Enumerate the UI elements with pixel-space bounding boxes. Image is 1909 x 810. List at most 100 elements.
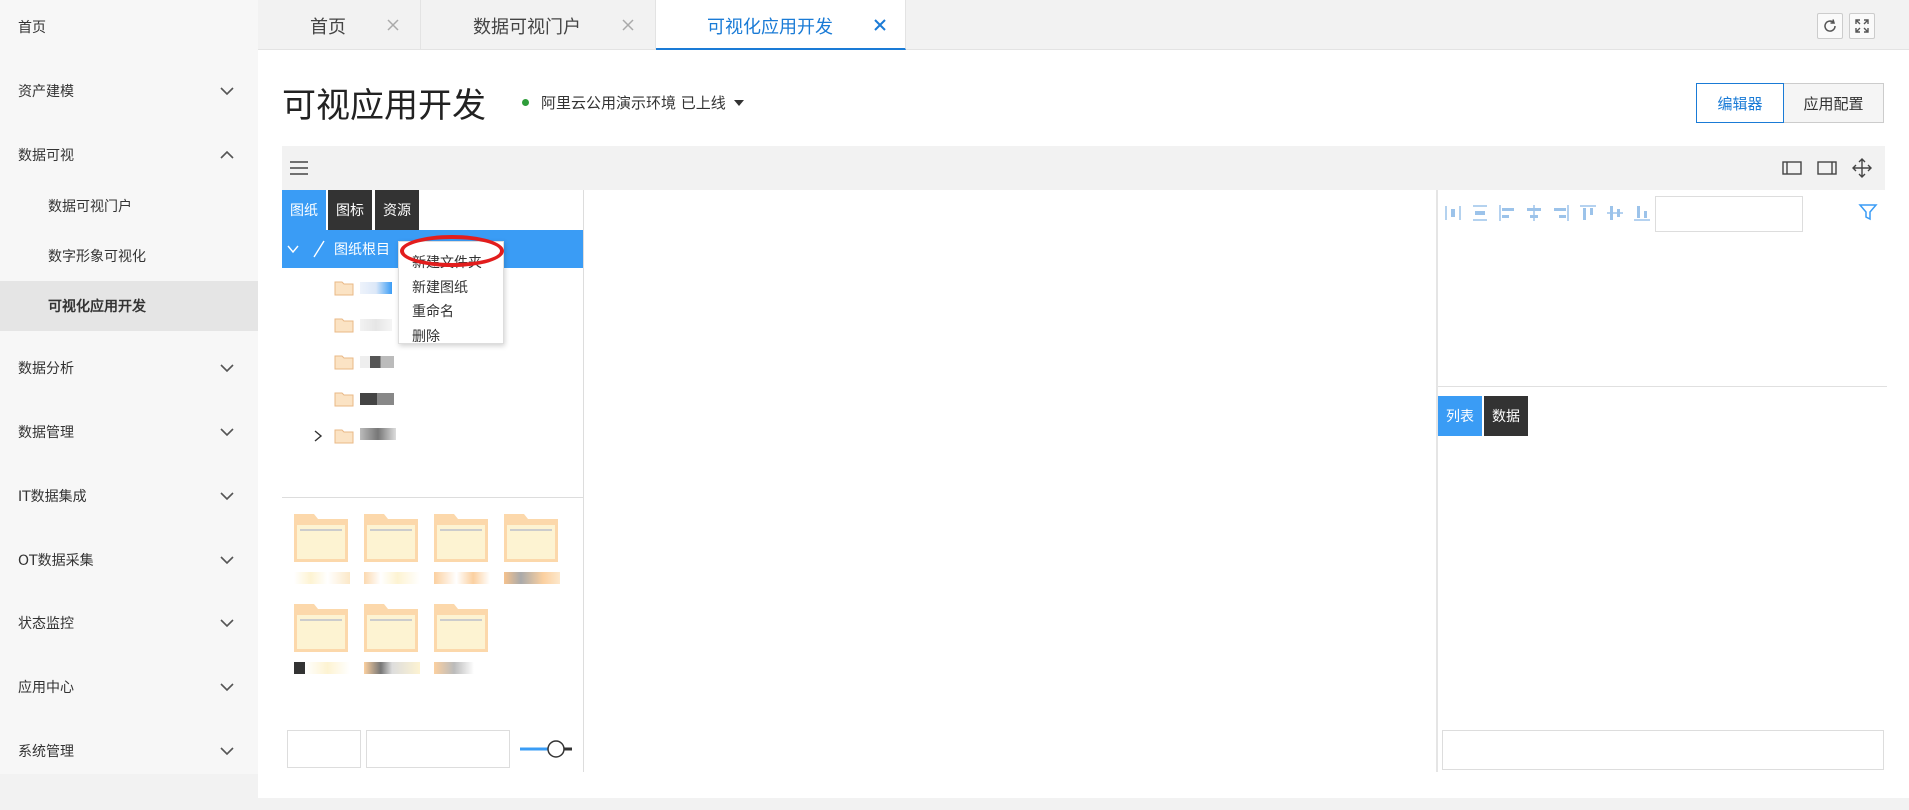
sidebar-subitem-label: 数字形象可视化 — [48, 249, 146, 265]
sidebar-subitem-portal[interactable]: 数据可视门户 — [0, 181, 258, 231]
menu-icon[interactable] — [289, 159, 309, 177]
menu-item-new-drawing[interactable]: 新建图纸 — [412, 277, 468, 297]
blurred-label — [360, 282, 392, 294]
sidebar-item-data-analysis[interactable]: 数据分析 — [0, 343, 258, 393]
chevron-down-icon — [220, 492, 234, 501]
blurred-label — [364, 662, 420, 674]
sidebar-item-system-management[interactable]: 系统管理 — [0, 726, 258, 776]
chevron-down-icon — [220, 747, 234, 756]
tab-resources[interactable]: 资源 — [375, 190, 419, 230]
tab-label: 可视化应用开发 — [707, 17, 833, 38]
sidebar-item-home[interactable]: 首页 — [0, 2, 258, 52]
sidebar-item-app-center[interactable]: 应用中心 — [0, 662, 258, 712]
tab-drawings[interactable]: 图纸 — [282, 190, 326, 230]
folder-icon[interactable] — [502, 510, 560, 564]
blurred-label — [504, 572, 560, 584]
close-icon[interactable] — [872, 17, 888, 33]
folder-icon — [334, 392, 354, 407]
blurred-label — [434, 662, 474, 674]
filter-icon[interactable] — [1858, 202, 1878, 222]
align-left-icon[interactable] — [1498, 204, 1516, 222]
bottom-input[interactable] — [1442, 730, 1884, 770]
fullscreen-icon — [1855, 19, 1869, 33]
align-bottom-icon[interactable] — [1633, 204, 1651, 222]
editor-button[interactable]: 编辑器 — [1696, 83, 1784, 123]
property-input[interactable] — [1655, 196, 1803, 232]
tab-icons[interactable]: 图标 — [328, 190, 372, 230]
blurred-label — [294, 572, 350, 584]
tree-folder-row[interactable] — [282, 344, 583, 381]
sidebar-subitem-label: 数据可视门户 — [48, 199, 132, 215]
distribute-horizontal-icon[interactable] — [1444, 204, 1462, 222]
tree-folder-row[interactable] — [282, 381, 583, 418]
sidebar-subitem-label: 可视化应用开发 — [48, 299, 146, 315]
close-icon[interactable] — [620, 17, 636, 33]
right-panel-toggle-icon[interactable] — [1817, 160, 1837, 176]
folder-icon[interactable] — [432, 600, 490, 654]
blurred-label — [364, 572, 420, 584]
move-icon[interactable] — [1852, 158, 1872, 178]
chevron-up-icon — [220, 150, 234, 159]
sidebar-item-data-management[interactable]: 数据管理 — [0, 407, 258, 457]
folder-icon — [334, 355, 354, 370]
close-icon[interactable] — [385, 17, 401, 33]
sidebar-item-label: 状态监控 — [18, 616, 74, 632]
sidebar-item-label: 数据分析 — [18, 361, 74, 377]
sidebar-item-label: 数据管理 — [18, 425, 74, 441]
sidebar-item-ot-collection[interactable]: OT数据采集 — [0, 535, 258, 585]
align-right-icon[interactable] — [1552, 204, 1570, 222]
menu-item-rename[interactable]: 重命名 — [412, 301, 454, 321]
left-panel-toggle-icon[interactable] — [1782, 160, 1802, 176]
tab-list[interactable]: 列表 — [1438, 396, 1482, 436]
menu-item-delete[interactable]: 删除 — [412, 326, 440, 346]
folder-icon — [334, 281, 354, 296]
chevron-right-icon[interactable] — [312, 429, 324, 443]
sidebar-item-label: 系统管理 — [18, 744, 74, 760]
refresh-button[interactable] — [1817, 13, 1843, 39]
tab-home[interactable]: 首页 — [258, 0, 421, 50]
sidebar-item-data-visual[interactable]: 数据可视 — [0, 130, 258, 180]
zoom-slider[interactable] — [518, 738, 574, 760]
sidebar-subitem-digital-image[interactable]: 数字形象可视化 — [0, 231, 258, 281]
status-dot — [522, 99, 529, 106]
align-center-icon[interactable] — [1525, 204, 1543, 222]
divider — [282, 497, 583, 498]
sidebar-item-label: IT数据集成 — [18, 489, 87, 505]
folder-icon[interactable] — [292, 510, 350, 564]
sidebar-subitem-app-dev[interactable]: 可视化应用开发 — [0, 281, 258, 331]
sidebar-item-label: 资产建模 — [18, 84, 74, 100]
tab-visual-app-dev[interactable]: 可视化应用开发 — [656, 0, 906, 50]
sidebar-item-asset-modeling[interactable]: 资产建模 — [0, 66, 258, 116]
page-input[interactable] — [287, 730, 361, 768]
app-config-button[interactable]: 应用配置 — [1784, 83, 1884, 123]
blurred-label — [360, 393, 394, 405]
distribute-vertical-icon[interactable] — [1471, 204, 1489, 222]
fullscreen-button[interactable] — [1849, 13, 1875, 39]
refresh-icon — [1824, 19, 1836, 32]
sidebar-item-it-integration[interactable]: IT数据集成 — [0, 471, 258, 521]
folder-icon[interactable] — [432, 510, 490, 564]
tab-data[interactable]: 数据 — [1484, 396, 1528, 436]
highlight-ring — [400, 235, 504, 267]
chevron-down-icon — [220, 556, 234, 565]
tab-label: 数据可视门户 — [473, 17, 581, 38]
sidebar: 首页 资产建模 数据可视 数据可视门户 数字形象可视化 可视化应用开发 数据分析… — [0, 0, 258, 774]
tab-label: 首页 — [310, 17, 346, 38]
blurred-label — [360, 356, 394, 368]
folder-icon[interactable] — [362, 600, 420, 654]
sidebar-item-label: 首页 — [18, 20, 46, 36]
folder-icon — [334, 429, 354, 444]
environment-label: 阿里云公用演示环境 已上线 — [541, 94, 726, 112]
tree-folder-row[interactable] — [282, 418, 583, 455]
divider — [1438, 386, 1887, 387]
tab-data-visual-portal[interactable]: 数据可视门户 — [421, 0, 656, 50]
folder-icon[interactable] — [292, 600, 350, 654]
caret-down-icon — [733, 99, 744, 106]
properties-panel: 列表 数据 — [1436, 190, 1887, 772]
sidebar-item-status-monitor[interactable]: 状态监控 — [0, 598, 258, 648]
align-top-icon[interactable] — [1579, 204, 1597, 222]
search-input[interactable] — [366, 730, 510, 768]
folder-icon[interactable] — [362, 510, 420, 564]
align-middle-icon[interactable] — [1606, 204, 1624, 222]
environment-selector[interactable]: 阿里云公用演示环境 已上线 — [522, 92, 744, 113]
